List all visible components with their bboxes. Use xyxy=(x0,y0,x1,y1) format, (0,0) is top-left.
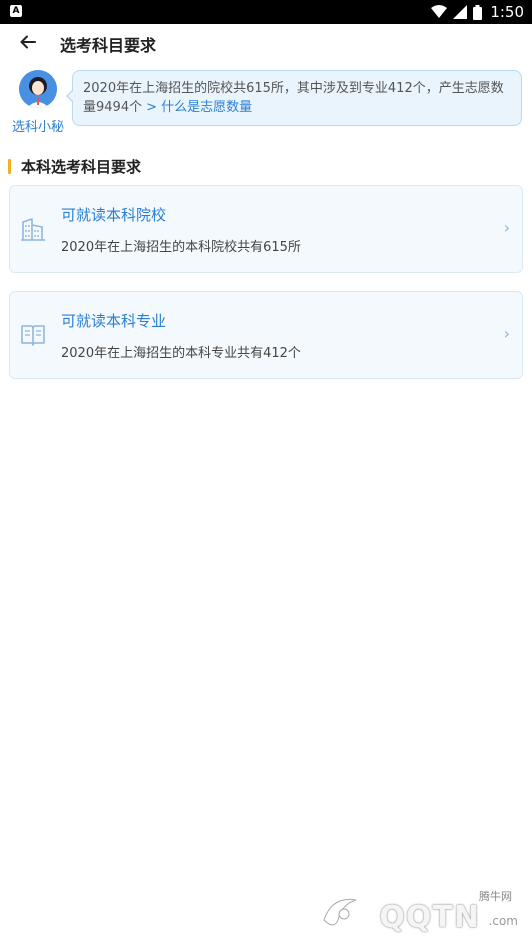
card-description: 2020年在上海招生的本科专业共有412个 xyxy=(61,346,301,361)
assistant: 选科小秘 xyxy=(8,70,68,135)
wifi-icon xyxy=(431,5,448,18)
status-time: 1:50 xyxy=(490,3,524,21)
back-button[interactable] xyxy=(14,30,42,54)
card-title: 可就读本科院校 xyxy=(61,206,167,224)
section-header: 本科选考科目要求 xyxy=(8,156,141,176)
page-title: 选考科目要求 xyxy=(60,36,157,55)
chevron-right-icon: › xyxy=(503,218,510,237)
watermark-logo-icon xyxy=(323,898,357,926)
eligible-colleges-card[interactable]: 可就读本科院校 2020年在上海招生的本科院校共有615所 › xyxy=(9,185,523,273)
assistant-name: 选科小秘 xyxy=(11,120,64,135)
signal-icon xyxy=(453,5,468,19)
status-icons: 1:50 xyxy=(431,3,524,21)
chevron-right-icon: › xyxy=(503,324,510,343)
section-title: 本科选考科目要求 xyxy=(21,157,142,176)
status-bar: A 1:50 xyxy=(0,0,532,24)
watermark: 腾牛网 QQTN .com xyxy=(312,886,522,936)
app-bar: 选考科目要求 xyxy=(0,24,532,60)
assistant-message-bubble: 2020年在上海招生的院校共615所，其中涉及到专业412个，产生志愿数量949… xyxy=(66,70,522,126)
app-notification-icon: A xyxy=(10,5,22,17)
watermark-domain-suffix: .com xyxy=(488,914,518,928)
battery-icon xyxy=(473,4,483,20)
watermark-brand-text: QQTN xyxy=(379,900,480,935)
watermark-small-text: 腾牛网 xyxy=(479,890,512,903)
volunteer-count-help-link[interactable]: > 什么是志愿数量 xyxy=(146,100,252,115)
assistant-avatar[interactable] xyxy=(19,70,57,108)
card-title: 可就读本科专业 xyxy=(61,312,167,330)
building-icon xyxy=(21,218,45,241)
book-icon xyxy=(21,325,45,346)
section-accent-bar xyxy=(8,158,11,174)
arrow-left-icon xyxy=(20,35,36,49)
eligible-majors-card[interactable]: 可就读本科专业 2020年在上海招生的本科专业共有412个 › xyxy=(9,291,523,379)
card-description: 2020年在上海招生的本科院校共有615所 xyxy=(61,240,301,255)
